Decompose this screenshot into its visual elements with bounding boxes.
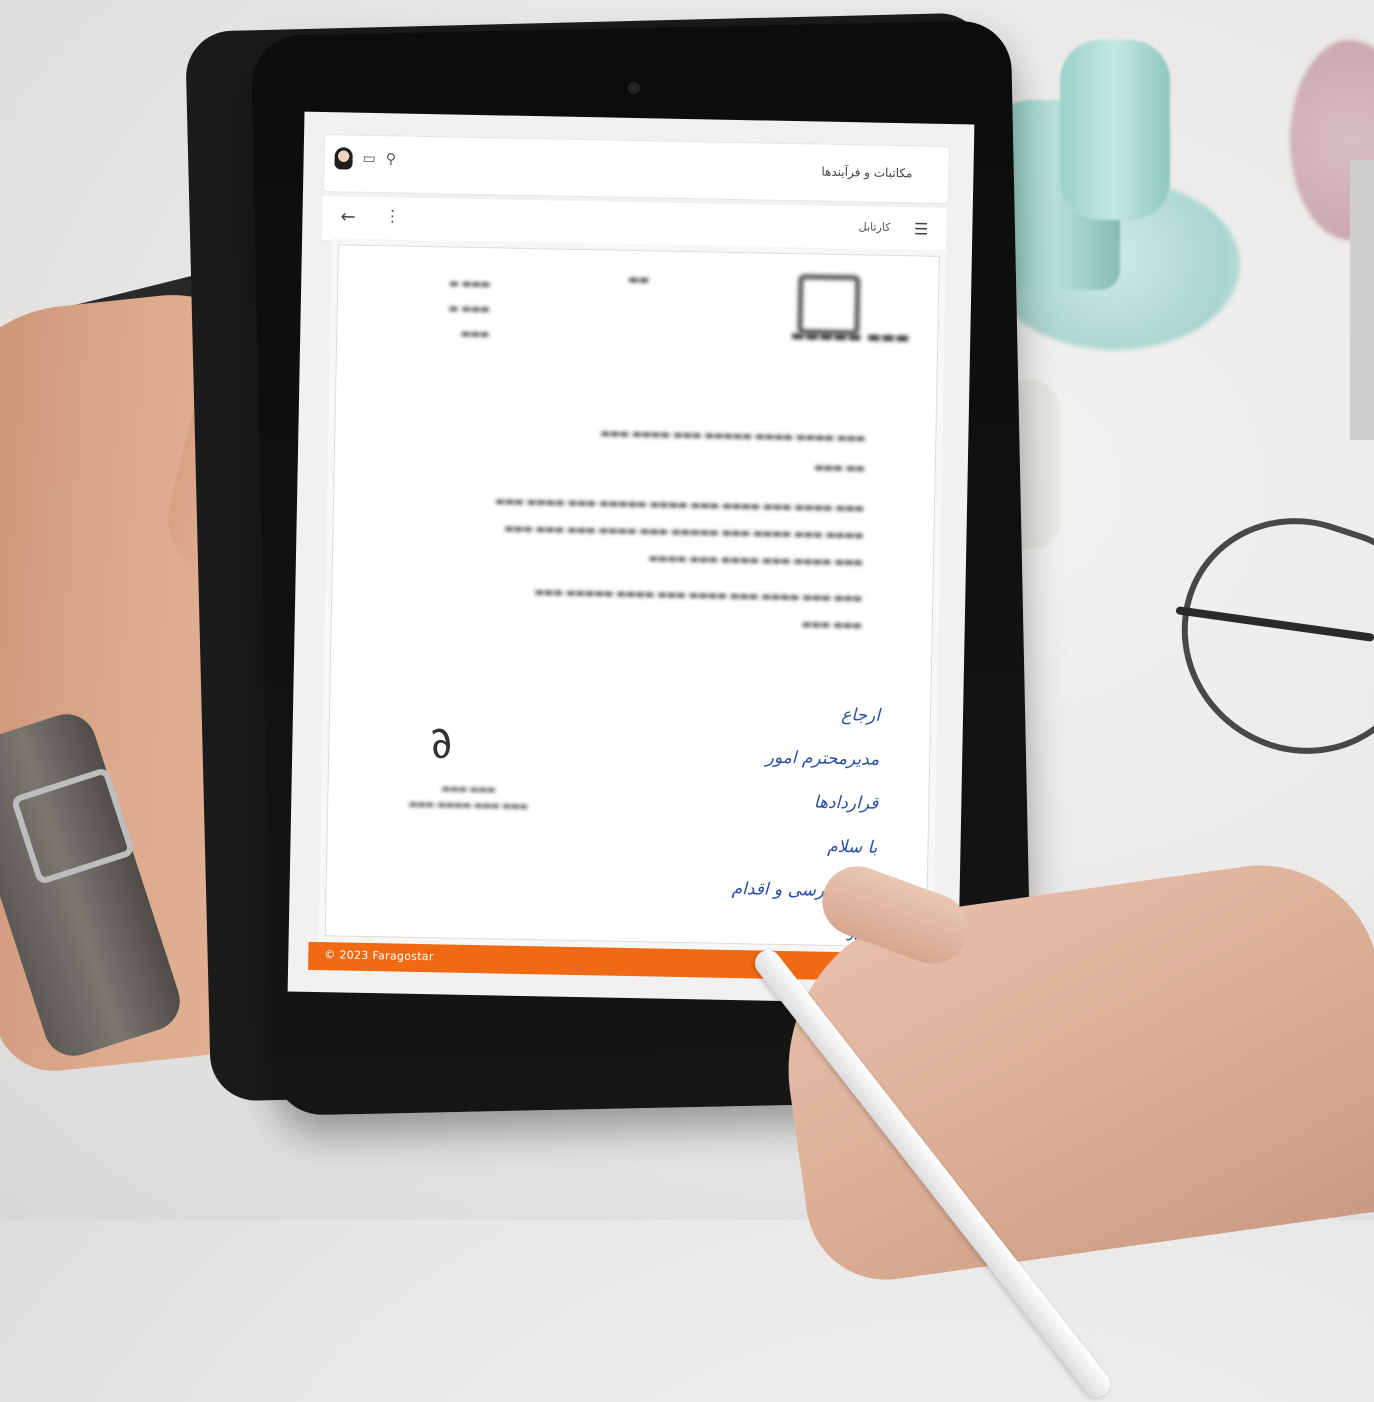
hamburger-icon[interactable]: ☰ <box>914 219 929 238</box>
toolbar: ← ⋮ کارتابل ☰ <box>322 196 947 253</box>
note-line: مدیرمحترم امور قراردادها <box>765 747 880 814</box>
background-stand <box>1350 160 1374 440</box>
tablet-camera <box>628 82 640 94</box>
letter-heading: ▬▬ <box>628 272 650 287</box>
app-header: ▭ ⚲ مکاتبات و فرآیندها <box>322 134 950 205</box>
photo-scene: ▭ ⚲ مکاتبات و فرآیندها ← ⋮ کارتابل ☰ ▬▬▬… <box>0 0 1374 1402</box>
letter-salutation: ▬▬ ▬▬▬ <box>814 462 865 475</box>
organization-name: ▬▬▬ ▬▬▬▬▬ <box>790 326 910 347</box>
search-icon[interactable]: ⚲ <box>386 150 397 168</box>
letter-meta: ▬▬▬ ▬ ▬▬▬ ▬ ▬▬▬ <box>448 278 491 341</box>
candle <box>1060 40 1170 220</box>
arrow-left-icon[interactable]: ← <box>340 206 355 227</box>
note-line: با سلام <box>827 836 878 858</box>
kebab-icon[interactable]: ⋮ <box>384 206 400 225</box>
letter-body: ▬▬▬ ▬▬▬▬ ▬▬▬ ▬▬▬▬ ▬▬▬ ▬▬▬▬ ▬▬▬▬▬ ▬▬▬ ▬▬▬… <box>495 496 865 569</box>
note-line: ارجاع <box>841 705 881 726</box>
letter-document: ▬▬▬ ▬▬▬▬▬ ▬▬ ▬▬▬ ▬ ▬▬▬ ▬ ▬▬▬ ▬▬▬ ▬▬▬▬ ▬▬▬▬… <box>324 244 940 948</box>
chat-icon[interactable]: ▭ <box>362 150 376 168</box>
signature: ∂ <box>422 715 460 771</box>
signer-name: ▬▬▬ ▬▬▬ ▬▬▬ ▬▬▬ ▬▬▬▬ ▬▬▬ <box>408 784 528 813</box>
cartable-label: کارتابل <box>858 220 891 234</box>
user-avatar[interactable] <box>334 147 353 170</box>
app-title: مکاتبات و فرآیندها <box>821 164 913 181</box>
letter-body: ▬▬▬ ▬▬▬ ▬▬▬▬ ▬▬▬ ▬▬▬▬ ▬▬▬ ▬▬▬▬ ▬▬▬▬▬ ▬▬▬… <box>534 587 863 632</box>
header-actions: ▭ ⚲ <box>334 147 396 170</box>
copyright-text: © 2023 Faragostar <box>324 948 434 964</box>
